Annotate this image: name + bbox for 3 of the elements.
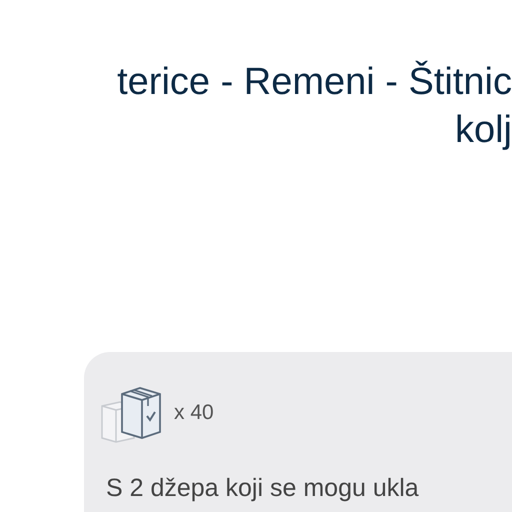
description-text: S 2 džepa koji se mogu ukla xyxy=(106,473,420,504)
quantity-text: x 40 xyxy=(174,400,214,426)
page-heading: terice - Remeni - Štitnic kolj xyxy=(117,60,512,153)
